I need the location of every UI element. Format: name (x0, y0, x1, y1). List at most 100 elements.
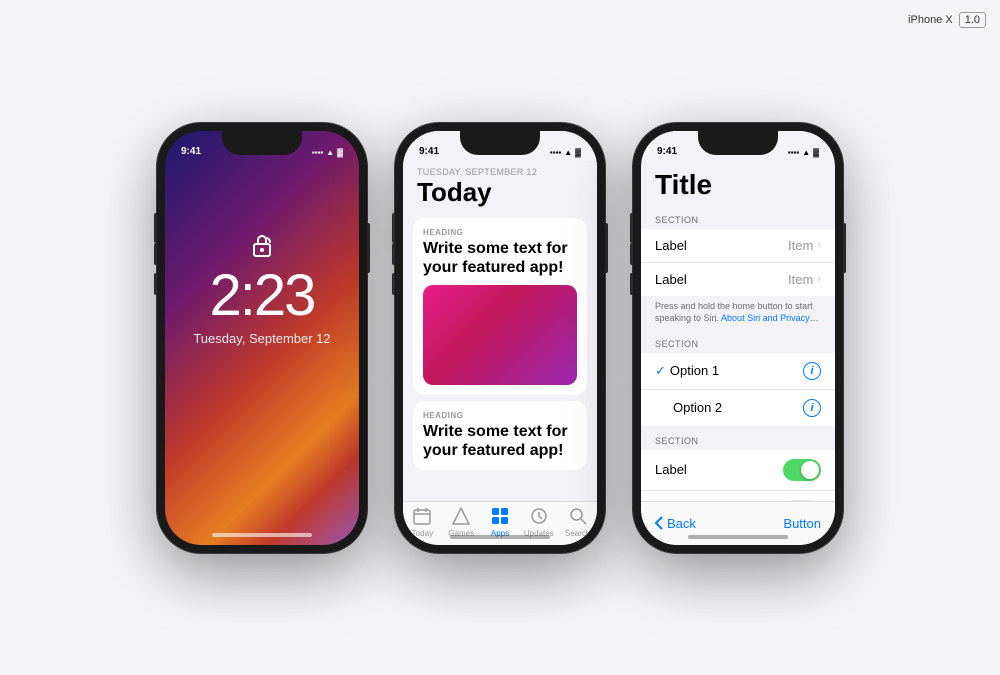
card-1-heading-label: HEADING (423, 228, 577, 237)
card-1-image (423, 285, 577, 385)
info-icon-2[interactable]: i (803, 399, 821, 417)
toggle-1[interactable] (783, 459, 821, 481)
card-2-heading-label: HEADING (423, 411, 577, 420)
wifi-icon-3: ▲ (802, 148, 810, 157)
tab-games-icon (452, 507, 470, 528)
lock-content: 2:23 Tuesday, September 12 (165, 231, 359, 346)
settings-group-2: ✓ Option 1 i Option 2 i (641, 353, 835, 426)
card-1: HEADING Write some text for your feature… (413, 218, 587, 395)
row-value-1-1: Item (788, 238, 813, 253)
settings-row-3-2[interactable]: Label (641, 491, 835, 501)
card-1-heading-text: Write some text for your featured app! (423, 239, 577, 277)
row-label-2-2: Option 2 (673, 400, 722, 415)
lock-icon (248, 231, 276, 259)
row-value-1-2: Item (788, 272, 813, 287)
tab-games[interactable]: Games (442, 507, 481, 538)
screen-wrapper-3: 9:41 ▪▪▪▪ ▲ ▓ Title SECTION (641, 131, 835, 545)
device-name: iPhone X (908, 14, 953, 26)
home-indicator-2 (450, 535, 550, 539)
home-indicator-1 (212, 533, 312, 537)
section-label-3: SECTION (641, 436, 835, 446)
wifi-icon: ▲ (326, 148, 334, 157)
row-right-1-2: Item › (788, 272, 821, 287)
info-note: Press and hold the home button to start … (641, 296, 835, 329)
tab-apps[interactable]: Apps (481, 507, 520, 538)
app-date: TUESDAY, SEPTEMBER 12 (417, 167, 583, 177)
settings-section-1: SECTION Label Item › Label (641, 215, 835, 296)
settings-screen: 9:41 ▪▪▪▪ ▲ ▓ Title SECTION (641, 131, 835, 545)
nav-button[interactable]: Button (783, 516, 821, 531)
row-label-1-1: Label (655, 238, 687, 253)
tab-today[interactable]: Today (403, 507, 442, 538)
wifi-icon-2: ▲ (564, 148, 572, 157)
home-indicator-3 (688, 535, 788, 539)
row-label-2-1: Option 1 (670, 363, 719, 378)
settings-row-2-1[interactable]: ✓ Option 1 i (641, 353, 835, 390)
notch-3 (698, 131, 778, 155)
settings-row-1-1[interactable]: Label Item › (641, 229, 835, 263)
signal-icon: ▪▪▪▪ (312, 148, 323, 157)
battery-icon: ▓ (337, 148, 343, 157)
info-icon-1[interactable]: i (803, 362, 821, 380)
settings-row-2-2[interactable]: Option 2 i (641, 390, 835, 426)
tab-search-label: Search (565, 529, 590, 538)
app-content: TUESDAY, SEPTEMBER 12 Today HEADING Writ… (403, 161, 597, 501)
app-header: TUESDAY, SEPTEMBER 12 Today (403, 161, 597, 212)
iphone-2: 9:41 ▪▪▪▪ ▲ ▓ TUESDAY, SEPTEMBER 12 Toda… (395, 123, 605, 553)
tab-search-icon (569, 507, 587, 528)
lock-time: 2:23 (210, 267, 315, 325)
back-chevron-icon (655, 516, 663, 530)
battery-icon-2: ▓ (575, 148, 581, 157)
tab-today-icon (413, 507, 431, 528)
row-label-3-1: Label (655, 462, 687, 477)
lock-date: Tuesday, September 12 (193, 331, 330, 346)
tab-search[interactable]: Search (558, 507, 597, 538)
toggle-1-knob (801, 461, 819, 479)
row-right-1-1: Item › (788, 238, 821, 253)
nav-back-button[interactable]: Back (655, 516, 696, 531)
chevron-icon-1-2: › (817, 273, 821, 285)
battery-icon-3: ▓ (813, 148, 819, 157)
app-title: Today (417, 177, 583, 208)
settings-group-1: Label Item › Label Item › (641, 229, 835, 296)
section-label-2: SECTION (641, 339, 835, 349)
device-label: iPhone X 1.0 (908, 12, 986, 28)
version-badge: 1.0 (959, 12, 986, 28)
iphone-1: 9:41 ▪▪▪▪ ▲ ▓ 2:23 (157, 123, 367, 553)
lock-screen: 9:41 ▪▪▪▪ ▲ ▓ 2:23 (165, 131, 359, 545)
nav-back-label: Back (667, 516, 696, 531)
notch-1 (222, 131, 302, 155)
status-time-2: 9:41 (419, 146, 439, 157)
row-label-1-2: Label (655, 272, 687, 287)
phones-container: 9:41 ▪▪▪▪ ▲ ▓ 2:23 (157, 123, 843, 553)
settings-group-3: Label Label (641, 450, 835, 501)
settings-row-3-1[interactable]: Label (641, 450, 835, 491)
iphone-3: 9:41 ▪▪▪▪ ▲ ▓ Title SECTION (633, 123, 843, 553)
status-icons-3: ▪▪▪▪ ▲ ▓ (788, 148, 819, 157)
tab-updates-icon (530, 507, 548, 528)
settings-content: Title SECTION Label Item › (641, 161, 835, 501)
settings-row-1-2[interactable]: Label Item › (641, 263, 835, 296)
status-icons-2: ▪▪▪▪ ▲ ▓ (550, 148, 581, 157)
status-icons-1: ▪▪▪▪ ▲ ▓ (312, 148, 343, 157)
screen-wrapper-2: 9:41 ▪▪▪▪ ▲ ▓ TUESDAY, SEPTEMBER 12 Toda… (403, 131, 597, 545)
card-2: HEADING Write some text for your feature… (413, 401, 587, 470)
section-label-1: SECTION (641, 215, 835, 225)
tab-updates[interactable]: Updates (519, 507, 558, 538)
card-2-heading-text: Write some text for your featured app! (423, 422, 577, 460)
notch-2 (460, 131, 540, 155)
status-time-1: 9:41 (181, 146, 201, 157)
status-time-3: 9:41 (657, 146, 677, 157)
tab-apps-icon (491, 507, 509, 528)
signal-icon-2: ▪▪▪▪ (550, 148, 561, 157)
settings-header: Title (641, 161, 835, 205)
signal-icon-3: ▪▪▪▪ (788, 148, 799, 157)
chevron-icon-1-1: › (817, 239, 821, 251)
tab-today-label: Today (412, 529, 433, 538)
settings-title: Title (655, 169, 821, 201)
checkmark-icon: ✓ (655, 363, 666, 379)
screen-wrapper-1: 9:41 ▪▪▪▪ ▲ ▓ 2:23 (165, 131, 359, 545)
app-screen: 9:41 ▪▪▪▪ ▲ ▓ TUESDAY, SEPTEMBER 12 Toda… (403, 131, 597, 545)
settings-section-2: SECTION ✓ Option 1 i (641, 339, 835, 426)
settings-section-3: SECTION Label Label (641, 436, 835, 501)
